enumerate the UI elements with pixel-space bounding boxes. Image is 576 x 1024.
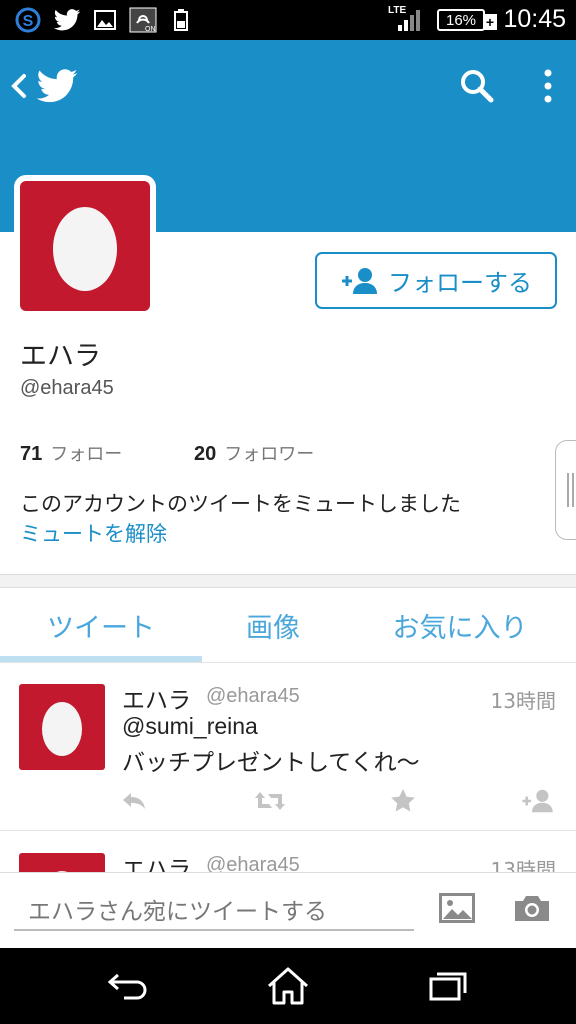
tweet-handle: @ehara45 <box>206 854 300 872</box>
status-time: 10:45 <box>503 5 566 33</box>
search-icon <box>461 70 494 103</box>
favorite-button[interactable] <box>383 785 423 817</box>
add-user-icon <box>342 267 377 294</box>
followers-label: フォロワー <box>224 444 315 465</box>
search-button[interactable] <box>452 62 502 110</box>
followers-stat[interactable]: 20 フォロワー <box>194 440 314 466</box>
skype-icon: S <box>14 7 42 33</box>
back-arrow-icon <box>107 973 147 1000</box>
unmute-link[interactable]: ミュートを解除 <box>20 518 167 548</box>
recents-icon <box>429 972 467 1001</box>
profile-avatar[interactable] <box>14 175 156 317</box>
twitter-notification-icon <box>52 7 82 33</box>
profile-tabs: ツイート 画像 お気に入り <box>0 588 576 663</box>
svg-text:ON: ON <box>145 26 156 33</box>
home-icon <box>267 967 309 1005</box>
camera-button[interactable] <box>510 887 554 929</box>
tweet-item[interactable]: エハラ @ehara45 13時間 <box>0 832 576 872</box>
following-count: 71 <box>20 443 43 465</box>
tweet-avatar[interactable] <box>19 684 105 770</box>
tweet-author: エハラ <box>122 857 191 872</box>
battery-saver-icon <box>170 7 192 33</box>
more-vertical-icon <box>544 69 552 103</box>
status-bar: S ON LTE 16% + 10:45 <box>0 0 576 40</box>
tab-favorites[interactable]: お気に入り <box>344 588 576 663</box>
tweet-time: 13時間 <box>490 689 556 713</box>
mute-notice: このアカウントのツイートをミュートしました <box>20 492 461 516</box>
battery-level: 16% <box>445 11 477 29</box>
overflow-menu-button[interactable] <box>530 62 566 110</box>
following-stat[interactable]: 71 フォロー <box>20 440 122 466</box>
nav-recents-button[interactable] <box>418 962 478 1010</box>
nav-back-button[interactable] <box>98 962 158 1010</box>
tab-tweets[interactable]: ツイート <box>0 588 202 663</box>
image-icon <box>439 893 475 923</box>
svg-text:S: S <box>23 13 34 30</box>
retweet-button[interactable] <box>250 785 290 817</box>
chevron-left-icon <box>11 74 26 98</box>
tweet-mention[interactable]: @sumi_reina <box>122 713 258 740</box>
system-nav-bar <box>0 948 576 1024</box>
add-user-icon <box>522 789 553 813</box>
profile-screen-name: @ehara45 <box>20 377 114 399</box>
tweet-handle: @ehara45 <box>206 685 300 707</box>
tab-images[interactable]: 画像 <box>202 588 344 663</box>
retweet-icon <box>255 792 285 810</box>
tweet-avatar[interactable] <box>19 853 105 872</box>
avatar-background <box>20 181 150 311</box>
tweet-item[interactable]: エハラ @ehara45 13時間 @sumi_reina バッチプレゼントして… <box>0 663 576 831</box>
network-label: LTE <box>388 5 407 16</box>
side-drawer-handle[interactable] <box>555 440 576 540</box>
follow-button-label: フォローする <box>388 269 532 297</box>
reply-icon <box>123 793 145 809</box>
star-icon <box>391 789 415 812</box>
follow-author-button[interactable] <box>518 785 558 817</box>
battery-icon: 16% + <box>430 7 497 33</box>
follow-button[interactable]: フォローする <box>315 252 557 309</box>
compose-input[interactable]: エハラさん宛にツイートする <box>14 889 414 931</box>
nfc-on-icon: ON <box>128 7 158 33</box>
back-button[interactable] <box>8 64 90 108</box>
signal-icon: LTE <box>388 5 424 33</box>
section-divider <box>0 574 576 588</box>
active-tab-indicator <box>0 656 202 662</box>
image-icon <box>92 7 118 33</box>
gallery-button[interactable] <box>436 887 478 929</box>
twitter-logo-icon <box>36 69 78 103</box>
tweet-text: バッチプレゼントしてくれ〜 <box>122 750 420 776</box>
nav-home-button[interactable] <box>258 962 318 1010</box>
followers-count: 20 <box>194 443 217 465</box>
following-label: フォロー <box>50 444 123 465</box>
battery-plus-label: + <box>483 14 497 30</box>
default-egg-icon <box>42 702 82 756</box>
camera-icon <box>515 896 549 921</box>
profile-display-name: エハラ <box>20 341 101 372</box>
reply-button[interactable] <box>114 785 154 817</box>
default-egg-icon <box>53 207 117 291</box>
tweet-time: 13時間 <box>490 858 556 872</box>
compose-bar: エハラさん宛にツイートする <box>0 872 576 948</box>
tweet-author: エハラ <box>122 688 191 714</box>
